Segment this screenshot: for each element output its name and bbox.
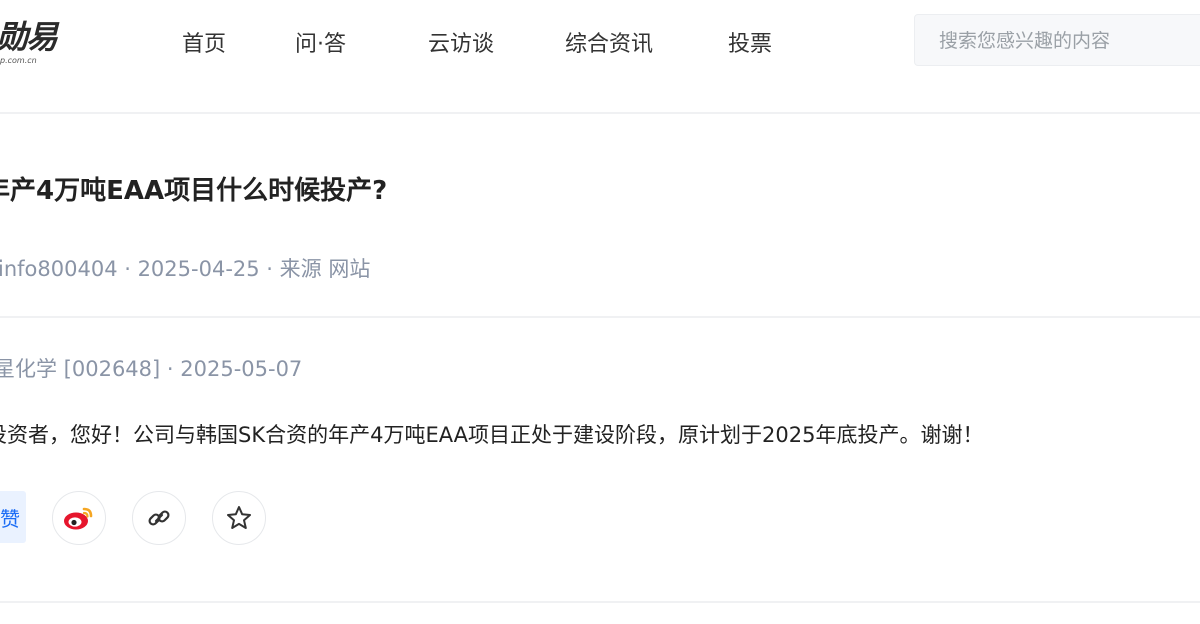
share-weibo-button[interactable] xyxy=(52,491,106,545)
nav-item-home[interactable]: 首页 xyxy=(182,26,226,58)
answer-body: 投资者，您好！公司与韩国SK合资的年产4万吨EAA项目正处于建设阶段，原计划于2… xyxy=(0,423,984,447)
favorite-button[interactable] xyxy=(212,491,266,545)
link-icon xyxy=(146,505,172,531)
site-logo[interactable]: 勋易 p.com.cn xyxy=(0,12,66,68)
question-meta: info800404 · 2025-04-25 · 来源 网站 xyxy=(0,257,371,281)
copy-link-button[interactable] xyxy=(132,491,186,545)
nav-item-vote[interactable]: 投票 xyxy=(728,26,772,58)
nav-item-cloud-interview[interactable]: 云访谈 xyxy=(428,26,494,58)
star-icon xyxy=(225,504,253,532)
answer-meta: 星化学 [002648] · 2025-05-07 xyxy=(0,357,303,381)
logo-subtext: p.com.cn xyxy=(0,56,37,65)
logo-text: 勋易 xyxy=(0,18,58,56)
search-input[interactable] xyxy=(939,27,1199,55)
top-navigation-bar: 勋易 p.com.cn 首页 问·答 云访谈 综合资讯 投票 xyxy=(0,0,1200,84)
question-title: 年产4万吨EAA项目什么时候投产? xyxy=(0,176,388,206)
nav-item-news[interactable]: 综合资讯 xyxy=(565,26,653,58)
like-button[interactable]: 赞 xyxy=(0,491,26,543)
nav-item-qa[interactable]: 问·答 xyxy=(295,26,346,58)
search-box xyxy=(914,14,1200,66)
header-divider xyxy=(0,112,1200,114)
question-divider xyxy=(0,316,1200,318)
like-label: 赞 xyxy=(0,506,20,531)
answer-divider xyxy=(0,601,1200,603)
weibo-icon xyxy=(63,505,95,531)
